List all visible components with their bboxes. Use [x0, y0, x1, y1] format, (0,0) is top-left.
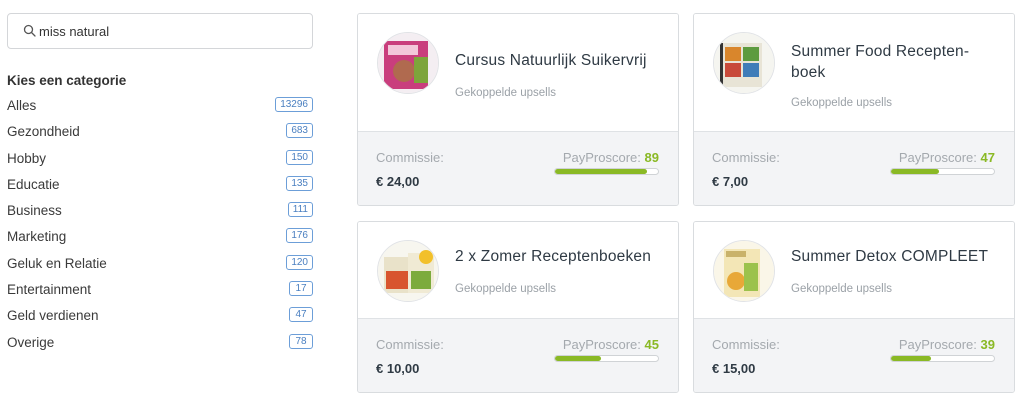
product-card[interactable]: 2 x Zomer Receptenboeken Gekoppelde upse… [357, 221, 679, 393]
payproscore-value: 39 [980, 337, 995, 352]
search-icon [23, 24, 36, 37]
product-thumbnail [713, 32, 775, 94]
search-input-value: miss natural [39, 24, 110, 39]
category-count-badge: 135 [286, 175, 313, 191]
payproscore: PayProscore: 47 [899, 150, 995, 165]
category-item-gezondheid[interactable]: Gezondheid 683 [0, 120, 320, 146]
payproscore: PayProscore: 39 [899, 337, 995, 352]
commission-label: Commissie: [712, 150, 780, 165]
category-item-entertainment[interactable]: Entertainment 17 [0, 278, 320, 304]
commission-value: € 7,00 [712, 174, 749, 189]
category-label: Entertainment [7, 282, 92, 298]
payproscore-value: 45 [644, 337, 659, 352]
category-count-badge: 47 [289, 307, 313, 323]
product-card-header: Summer Food Recepten-boek Gekoppelde ups… [694, 14, 1014, 132]
category-label: Alles [7, 98, 37, 113]
commission-label: Commissie: [376, 150, 444, 165]
category-list: Alles 13296 Gezondheid 683 Hobby 150 Edu… [0, 94, 320, 357]
category-label: Gezondheid [7, 124, 80, 140]
payproscore-bar [890, 168, 995, 175]
category-item-alles[interactable]: Alles 13296 [0, 94, 320, 120]
payproscore-bar-fill [891, 356, 932, 361]
commission-value: € 24,00 [376, 174, 420, 189]
commission-value: € 15,00 [712, 361, 756, 376]
sidebar: miss natural Kies een categorie Alles 13… [0, 0, 330, 403]
product-card[interactable]: Cursus Natuurlijk Suikervrij Gekoppelde … [357, 13, 679, 206]
product-upsells-label: Gekoppelde upsells [791, 283, 893, 295]
payproscore-label: PayProscore: [898, 337, 977, 352]
product-card-footer: Commissie: € 10,00 PayProscore: 45 [358, 319, 678, 392]
category-label: Geluk en Relatie [7, 255, 107, 271]
payproscore-label: PayProscore: [562, 337, 641, 352]
product-upsells-label: Gekoppelde upsells [791, 97, 893, 109]
product-card-header: Summer Detox COMPLEET Gekoppelde upsells [694, 222, 1014, 319]
product-title[interactable]: Summer Food Recepten-boek [791, 41, 1001, 83]
category-item-educatie[interactable]: Educatie 135 [0, 173, 320, 199]
payproscore: PayProscore: 89 [563, 150, 659, 165]
category-label: Business [7, 203, 62, 219]
product-card[interactable]: Summer Food Recepten-boek Gekoppelde ups… [693, 13, 1015, 206]
product-card-header: 2 x Zomer Receptenboeken Gekoppelde upse… [358, 222, 678, 319]
payproscore-bar [554, 168, 659, 175]
product-upsells-label: Gekoppelde upsells [455, 87, 557, 99]
product-card-footer: Commissie: € 7,00 PayProscore: 47 [694, 132, 1014, 205]
search-input[interactable]: miss natural [7, 13, 313, 49]
product-title[interactable]: Cursus Natuurlijk Suikervrij [455, 50, 665, 71]
payproscore-label: PayProscore: [898, 150, 977, 165]
category-item-overige[interactable]: Overige 78 [0, 331, 320, 357]
category-item-geld-verdienen[interactable]: Geld verdienen 47 [0, 304, 320, 330]
category-count-badge: 683 [286, 123, 313, 139]
category-count-badge: 17 [289, 281, 313, 297]
product-card[interactable]: Summer Detox COMPLEET Gekoppelde upsells… [693, 221, 1015, 393]
category-item-hobby[interactable]: Hobby 150 [0, 147, 320, 173]
product-card-footer: Commissie: € 15,00 PayProscore: 39 [694, 319, 1014, 392]
category-item-business[interactable]: Business 111 [0, 199, 320, 225]
payproscore: PayProscore: 45 [563, 337, 659, 352]
commission-label: Commissie: [712, 337, 780, 352]
commission-label: Commissie: [376, 337, 444, 352]
product-card-header: Cursus Natuurlijk Suikervrij Gekoppelde … [358, 14, 678, 132]
product-thumbnail [377, 240, 439, 302]
category-label: Educatie [7, 176, 60, 192]
category-count-badge: 78 [289, 333, 313, 349]
category-item-geluk-en-relatie[interactable]: Geluk en Relatie 120 [0, 252, 320, 278]
product-title[interactable]: Summer Detox COMPLEET [791, 246, 1001, 267]
category-count-badge: 120 [286, 254, 313, 270]
product-thumbnail [377, 32, 439, 94]
category-heading: Kies een categorie [7, 73, 127, 88]
product-upsells-label: Gekoppelde upsells [455, 283, 557, 295]
product-card-footer: Commissie: € 24,00 PayProscore: 89 [358, 132, 678, 205]
category-count-badge: 111 [287, 202, 313, 218]
category-count-badge: 150 [286, 149, 313, 165]
payproscore-bar-fill [555, 169, 647, 174]
category-label: Marketing [7, 229, 67, 245]
category-label: Hobby [7, 150, 47, 166]
category-item-marketing[interactable]: Marketing 176 [0, 225, 320, 251]
category-count-badge: 13296 [275, 97, 313, 112]
payproscore-bar-fill [891, 169, 940, 174]
category-count-badge: 176 [286, 228, 313, 244]
commission-value: € 10,00 [376, 361, 420, 376]
payproscore-value: 89 [644, 150, 659, 165]
payproscore-value: 47 [980, 150, 995, 165]
payproscore-bar [890, 355, 995, 362]
category-label: Geld verdienen [7, 308, 99, 324]
product-thumbnail [713, 240, 775, 302]
payproscore-label: PayProscore: [562, 150, 641, 165]
category-label: Overige [7, 334, 55, 350]
payproscore-bar-fill [555, 356, 602, 361]
payproscore-bar [554, 355, 659, 362]
product-title[interactable]: 2 x Zomer Receptenboeken [455, 246, 665, 267]
